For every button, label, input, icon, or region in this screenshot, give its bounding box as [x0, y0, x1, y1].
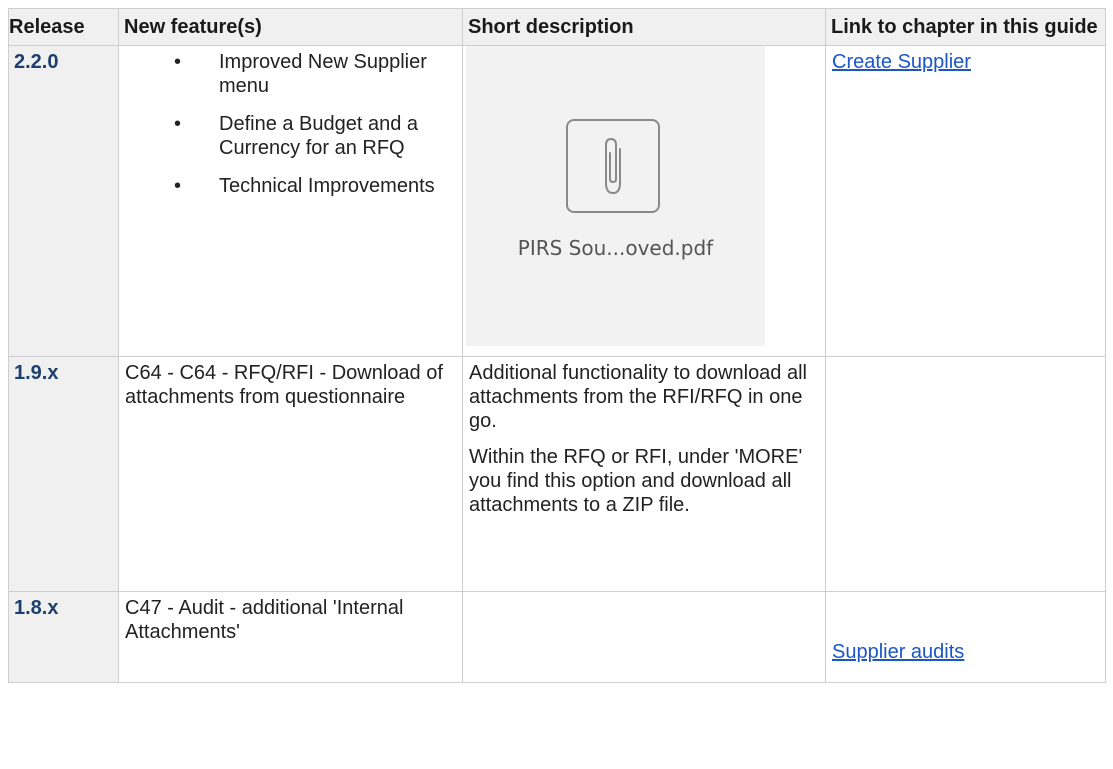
attachment-filename[interactable]: PIRS Sou...oved.pdf [466, 236, 765, 260]
supplier-audits-link[interactable]: Supplier audits [832, 640, 964, 664]
bullet-icon: • [174, 51, 182, 73]
features-cell: C47 - Audit - additional 'Internal Attac… [118, 591, 463, 683]
paperclip-icon [566, 119, 660, 213]
release-version-cell: 2.2.0 [8, 45, 119, 357]
header-release: Release [8, 8, 119, 46]
table-row: 2.2.0 • Improved New Supplier menu • Defin… [8, 45, 1106, 357]
header-features: New feature(s) [118, 8, 463, 46]
list-item: • Technical Improvements [174, 175, 435, 197]
description-cell: Additional functionality to download all… [462, 356, 826, 592]
description-cell [462, 591, 826, 683]
bullet-icon: • [174, 175, 182, 197]
features-cell: • Improved New Supplier menu • Define a Bu… [118, 45, 463, 357]
table-row: 1.8.x C47 - Audit - additional 'Internal… [8, 591, 1106, 683]
description-paragraph: Within the RFQ or RFI, under 'MORE' you … [469, 446, 803, 516]
features-cell: C64 - C64 - RFQ/RFI - Download of attach… [118, 356, 463, 592]
bullet-icon: • [174, 113, 182, 135]
release-version-cell: 1.9.x [8, 356, 119, 592]
table-row: 1.9.x C64 - C64 - RFQ/RFI - Download of … [8, 356, 1106, 592]
link-cell: Supplier audits [825, 591, 1106, 683]
release-version-cell: 1.8.x [8, 591, 119, 683]
release-notes-table: Release New feature(s) Short description… [8, 8, 1106, 683]
feature-list: • Improved New Supplier menu • Define a Bu… [119, 46, 462, 198]
header-description: Short description [462, 8, 826, 46]
link-cell [825, 356, 1106, 592]
attachment-preview[interactable]: PIRS Sou...oved.pdf [466, 46, 765, 346]
table-header-row: Release New feature(s) Short description… [8, 8, 1106, 46]
description-paragraph: Additional functionality to download all… [469, 362, 807, 432]
description-cell: PIRS Sou...oved.pdf [462, 45, 826, 357]
header-link: Link to chapter in this guide [825, 8, 1106, 46]
list-item: • Define a Budget and a Currency for an R… [174, 113, 419, 159]
link-cell: Create Supplier [825, 45, 1106, 357]
list-item: • Improved New Supplier menu [174, 51, 427, 97]
create-supplier-link[interactable]: Create Supplier [832, 51, 971, 73]
